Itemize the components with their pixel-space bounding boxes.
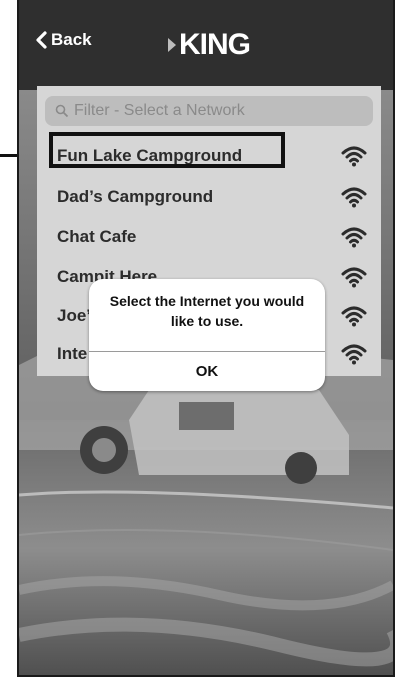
alert-dialog: Select the Internet you would like to us… bbox=[89, 279, 325, 391]
wifi-icon bbox=[341, 267, 367, 288]
chevron-left-icon bbox=[36, 31, 47, 49]
phone-screen: Back KING Filter - Select a Network Fun … bbox=[17, 0, 395, 677]
dialog-message: Select the Internet you would like to us… bbox=[109, 293, 305, 329]
network-row[interactable]: Dad’s Campground bbox=[57, 182, 381, 212]
wifi-icon bbox=[341, 187, 367, 208]
wifi-icon bbox=[341, 306, 367, 327]
network-name: Fun Lake Campground bbox=[57, 146, 243, 165]
search-placeholder: Filter - Select a Network bbox=[74, 102, 245, 119]
wifi-icon bbox=[341, 227, 367, 248]
back-label: Back bbox=[51, 30, 92, 49]
network-name: Inte bbox=[57, 344, 88, 363]
ok-button[interactable]: OK bbox=[89, 352, 325, 391]
back-button[interactable]: Back bbox=[35, 30, 92, 50]
wifi-icon bbox=[341, 146, 367, 167]
search-icon bbox=[55, 104, 69, 118]
network-name: Dad’s Campground bbox=[57, 187, 214, 206]
search-input[interactable]: Filter - Select a Network bbox=[45, 96, 373, 126]
app-header: Back KING bbox=[19, 0, 393, 90]
network-row[interactable]: Chat Cafe bbox=[57, 222, 381, 252]
logo-triangle-icon bbox=[168, 38, 176, 52]
wifi-icon bbox=[341, 344, 367, 365]
network-name: Chat Cafe bbox=[57, 227, 137, 246]
network-row[interactable]: Fun Lake Campground bbox=[57, 141, 381, 171]
logo-text: KING bbox=[179, 28, 251, 61]
king-logo: KING bbox=[167, 28, 251, 62]
